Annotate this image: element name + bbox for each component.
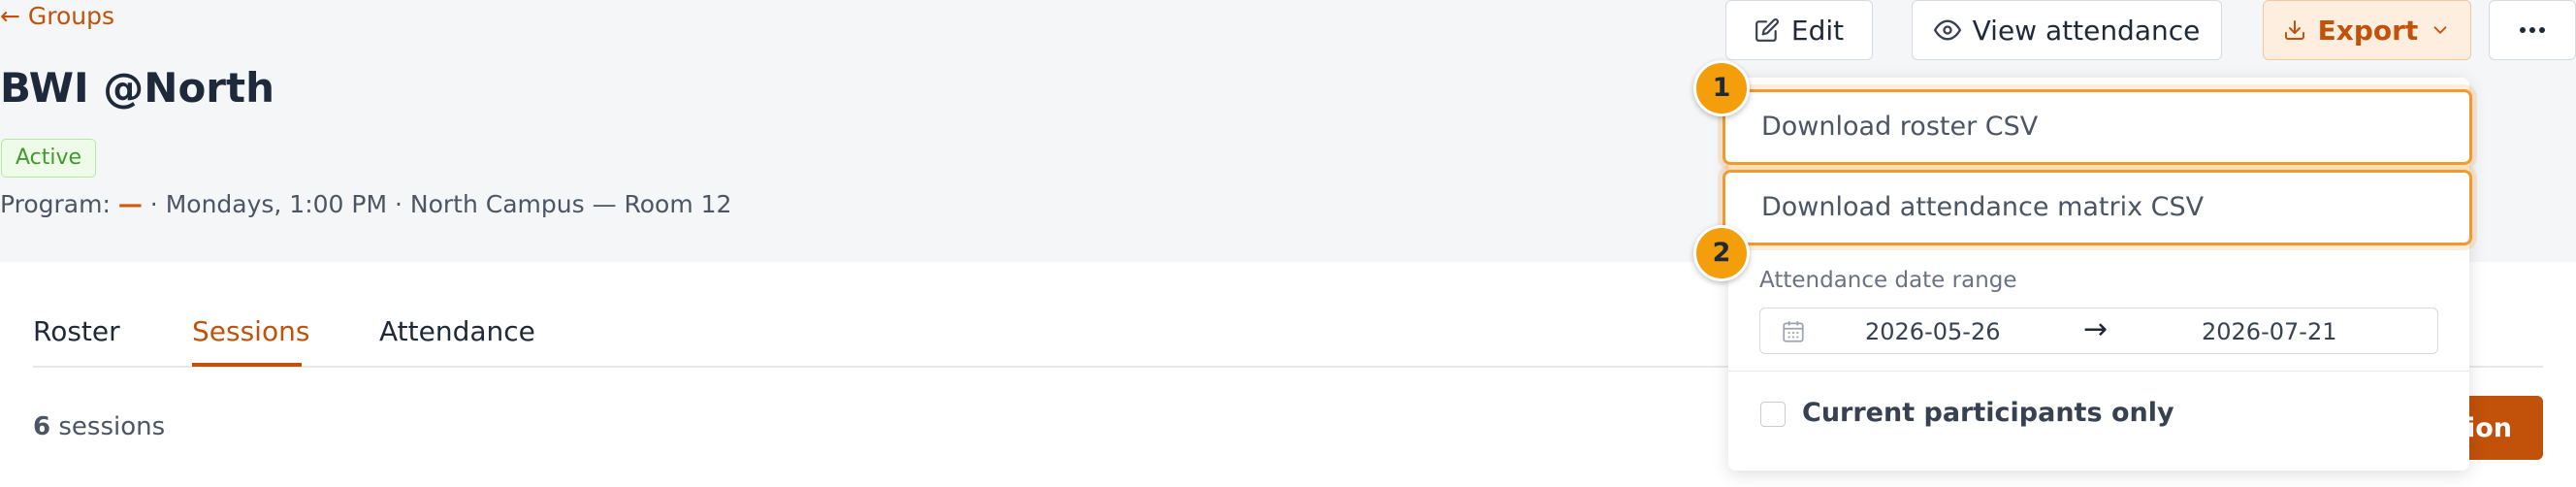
sessions-count-number: 6 xyxy=(33,412,51,441)
download-attendance-matrix-csv-item[interactable]: Download attendance matrix CSV xyxy=(1723,170,2472,245)
back-to-groups-link[interactable]: ← Groups xyxy=(0,2,114,30)
tab-roster[interactable]: Roster xyxy=(33,315,120,347)
date-range-end[interactable]: 2026-07-21 xyxy=(2202,318,2336,345)
menu-divider xyxy=(1728,371,2469,372)
view-attendance-label: View attendance xyxy=(1972,14,2201,47)
meta-schedule: · Mondays, 1:00 PM · North Campus — Room… xyxy=(142,190,732,218)
date-range-start[interactable]: 2026-05-26 xyxy=(1865,318,2000,345)
meta-prefix: Program: xyxy=(0,190,118,218)
download-icon xyxy=(2284,20,2304,40)
status-badge: Active xyxy=(1,139,97,178)
current-participants-label[interactable]: Current participants only xyxy=(1802,398,2174,428)
date-range-label: Attendance date range xyxy=(1759,268,2017,293)
page-title: BWI @North xyxy=(0,64,274,112)
eye-icon xyxy=(1933,19,1961,41)
step-marker-2: 2 xyxy=(1693,225,1750,281)
group-meta-line: Program: — · Mondays, 1:00 PM · North Ca… xyxy=(0,190,731,218)
step-marker-1: 1 xyxy=(1693,60,1750,116)
more-dots-icon xyxy=(2520,27,2545,33)
edit-button[interactable]: Edit xyxy=(1725,0,1873,60)
calendar-icon xyxy=(1783,321,1804,342)
active-tab-indicator xyxy=(192,363,302,367)
sessions-count: 6 sessions xyxy=(33,412,165,441)
meta-program-value: — xyxy=(117,190,143,218)
edit-button-label: Edit xyxy=(1790,14,1845,47)
more-options-button[interactable] xyxy=(2489,0,2576,60)
export-button-label: Export xyxy=(2317,14,2419,47)
edit-icon xyxy=(1755,18,1779,42)
sessions-count-suffix: sessions xyxy=(50,412,166,441)
export-button[interactable]: Export xyxy=(2263,0,2471,60)
tab-sessions[interactable]: Sessions xyxy=(192,315,309,347)
current-participants-checkbox[interactable] xyxy=(1760,402,1786,427)
chevron-down-icon xyxy=(2433,26,2447,34)
view-attendance-button[interactable]: View attendance xyxy=(1912,0,2222,60)
tab-attendance[interactable]: Attendance xyxy=(379,315,535,347)
date-range-arrow: → xyxy=(2083,312,2109,346)
download-roster-csv-item[interactable]: Download roster CSV xyxy=(1723,89,2472,165)
